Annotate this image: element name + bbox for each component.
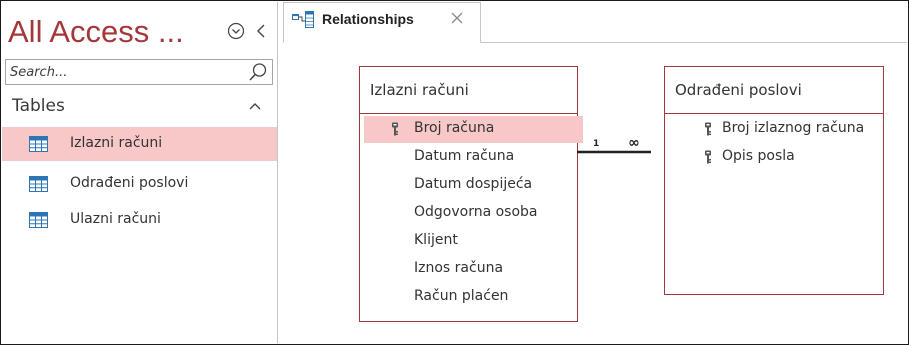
tab-label: Relationships bbox=[322, 11, 414, 27]
table-header-divider bbox=[665, 113, 883, 114]
field-iznos-racuna[interactable]: Iznos računa bbox=[364, 256, 574, 283]
key-icon bbox=[392, 122, 398, 136]
field-broj-izlaznog-racuna[interactable]: Broj izlaznog računa bbox=[669, 116, 884, 143]
chevron-up-icon[interactable] bbox=[247, 99, 263, 113]
search-input[interactable] bbox=[10, 63, 235, 81]
key-icon bbox=[705, 122, 711, 136]
chevron-left-icon[interactable] bbox=[254, 22, 268, 40]
relationships-canvas[interactable]: Izlazni računi Broj računa Datum računa … bbox=[283, 43, 907, 343]
field-label: Račun plaćen bbox=[414, 288, 509, 304]
table-odradeni-poslovi[interactable]: Odrađeni poslovi Broj izlaznog računa Op… bbox=[664, 66, 884, 295]
field-racun-placen[interactable]: Račun plaćen bbox=[364, 284, 574, 311]
search-box bbox=[5, 59, 273, 85]
field-datum-dospijeca[interactable]: Datum dospijeća bbox=[364, 172, 574, 199]
close-icon[interactable] bbox=[448, 9, 466, 27]
app-window: All Access ... Tables bbox=[0, 0, 909, 345]
field-label: Opis posla bbox=[722, 148, 795, 164]
search-icon[interactable] bbox=[248, 62, 268, 82]
field-label: Iznos računa bbox=[414, 260, 504, 276]
table-header-divider bbox=[360, 113, 577, 114]
nav-item-label: Izlazni računi bbox=[70, 135, 163, 151]
table-title: Odrađeni poslovi bbox=[675, 81, 802, 99]
table-icon bbox=[29, 212, 48, 228]
field-broj-racuna[interactable]: Broj računa bbox=[364, 116, 583, 143]
one-side-label: 1 bbox=[593, 139, 599, 149]
nav-item-izlazni-racuni[interactable]: Izlazni računi bbox=[2, 127, 277, 161]
tables-group-header[interactable]: Tables bbox=[2, 92, 277, 122]
navigation-pane: All Access ... Tables bbox=[2, 2, 278, 343]
table-icon bbox=[29, 176, 48, 192]
field-label: Datum dospijeća bbox=[414, 176, 533, 192]
field-odgovorna-osoba[interactable]: Odgovorna osoba bbox=[364, 200, 574, 227]
field-label: Broj izlaznog računa bbox=[722, 120, 865, 136]
key-icon bbox=[705, 150, 711, 164]
nav-item-label: Ulazni računi bbox=[70, 211, 161, 227]
field-opis-posla[interactable]: Opis posla bbox=[669, 144, 884, 171]
field-label: Broj računa bbox=[414, 120, 495, 136]
dropdown-circle-icon[interactable] bbox=[227, 22, 245, 40]
table-icon bbox=[29, 136, 48, 152]
nav-item-odradeni-poslovi[interactable]: Odrađeni poslovi bbox=[2, 167, 277, 201]
table-izlazni-racuni[interactable]: Izlazni računi Broj računa Datum računa … bbox=[359, 66, 583, 322]
relationship-line[interactable]: 1 ∞ bbox=[577, 137, 651, 157]
nav-item-label: Odrađeni poslovi bbox=[70, 175, 189, 191]
table-title: Izlazni računi bbox=[370, 81, 469, 99]
tab-relationships[interactable]: Relationships bbox=[283, 2, 481, 43]
field-klijent[interactable]: Klijent bbox=[364, 228, 574, 255]
field-datum-racuna[interactable]: Datum računa bbox=[364, 144, 574, 171]
group-label: Tables bbox=[12, 96, 65, 116]
field-label: Datum računa bbox=[414, 148, 515, 164]
field-label: Odgovorna osoba bbox=[414, 204, 538, 220]
relationships-icon bbox=[292, 11, 314, 28]
field-label: Klijent bbox=[414, 232, 458, 248]
nav-item-ulazni-racuni[interactable]: Ulazni računi bbox=[2, 203, 277, 237]
many-side-label: ∞ bbox=[628, 137, 640, 151]
document-tab-strip: Relationships bbox=[283, 2, 907, 43]
nav-title[interactable]: All Access ... bbox=[8, 12, 184, 52]
nav-header: All Access ... bbox=[8, 12, 273, 52]
